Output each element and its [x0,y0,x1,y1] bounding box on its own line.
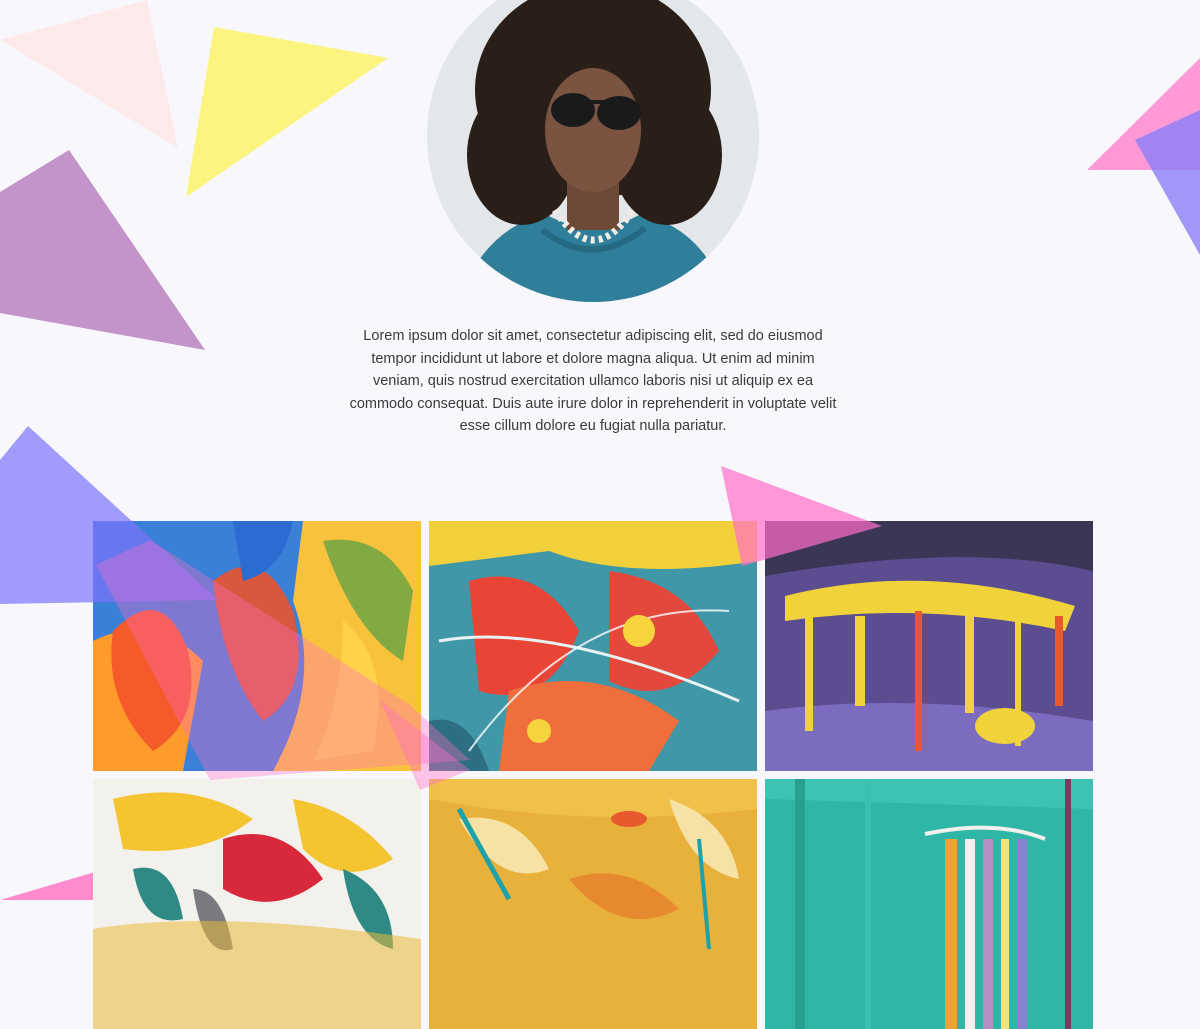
painting-image [93,521,421,771]
gallery-item[interactable] [93,779,421,1029]
profile-photo [427,0,759,302]
painting-image [765,521,1093,771]
yellow-triangle [186,27,388,197]
pink-triangle-right [1087,58,1200,170]
painting-image [429,779,757,1029]
lilac-triangle [0,150,205,350]
painting-image [429,521,757,771]
peach-triangle [0,0,178,148]
pink-triangle-bottom-left [0,872,95,900]
bio-text: Lorem ipsum dolor sit amet, consectetur … [349,328,837,434]
painting-image [93,779,421,1029]
painting-gallery [93,521,1093,1029]
violet-triangle-right [1135,110,1200,255]
gallery-item[interactable] [765,521,1093,771]
gallery-item[interactable] [93,521,421,771]
gallery-item[interactable] [429,521,757,771]
gallery-item[interactable] [765,779,1093,1029]
painting-image [765,779,1093,1029]
gallery-item[interactable] [429,779,757,1029]
